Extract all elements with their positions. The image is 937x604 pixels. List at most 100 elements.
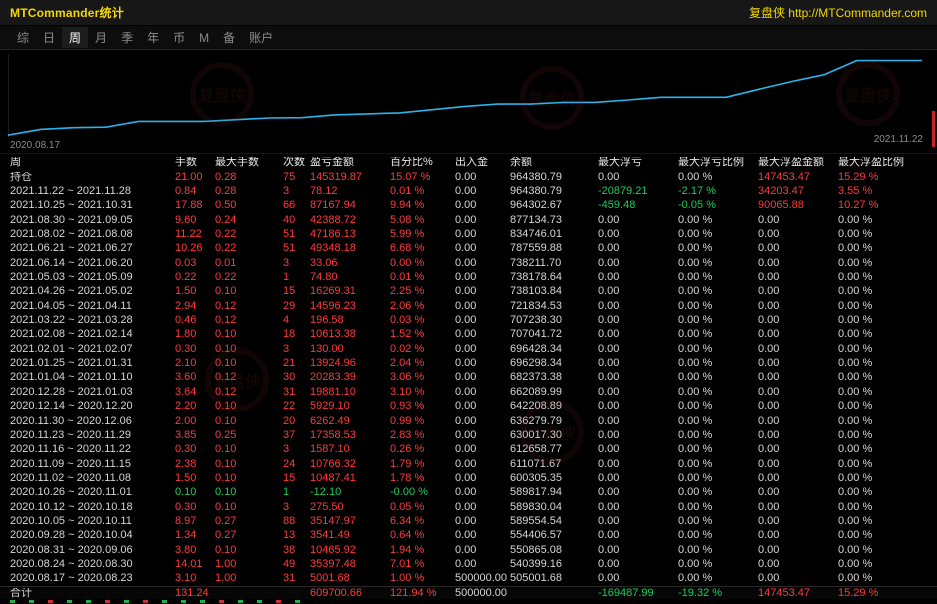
table-cell: 611071.67 [510, 459, 598, 470]
menu-item-季[interactable]: 季 [114, 27, 140, 48]
table-row[interactable]: 2021.04.26 ~ 2021.05.021.500.101516269.3… [0, 285, 937, 299]
table-cell: 0.00 [455, 272, 510, 283]
table-cell: 0.00 % [838, 315, 937, 326]
table-row[interactable]: 持仓21.000.2875145319.8715.07 %0.00964380.… [0, 170, 937, 184]
table-cell: 0.00 % [678, 229, 758, 240]
table-cell: 0.00 % [678, 530, 758, 541]
table-cell: 2020.10.05 ~ 2020.10.11 [10, 516, 175, 527]
table-row[interactable]: 2020.10.05 ~ 2020.10.118.970.278835147.9… [0, 514, 937, 528]
table-row[interactable]: 2020.09.28 ~ 2020.10.041.340.27133541.49… [0, 529, 937, 543]
table-cell: 1587.10 [310, 444, 390, 455]
table-cell: 0.00 % [838, 573, 937, 584]
table-row[interactable]: 2021.01.25 ~ 2021.01.312.100.102113924.9… [0, 356, 937, 370]
column-header[interactable]: 百分比% [390, 157, 455, 168]
column-header[interactable]: 手数 [175, 157, 215, 168]
table-row[interactable]: 2020.12.14 ~ 2020.12.202.200.10225929.10… [0, 400, 937, 414]
column-header[interactable]: 盈亏金额 [310, 157, 390, 168]
table-row[interactable]: 2020.11.02 ~ 2020.11.081.500.101510487.4… [0, 471, 937, 485]
table-row[interactable]: 2021.01.04 ~ 2021.01.103.600.123020283.3… [0, 371, 937, 385]
table-cell: 145319.87 [310, 172, 390, 183]
menu-item-币[interactable]: 币 [166, 27, 192, 48]
table-cell: 0.12 [215, 387, 283, 398]
column-header[interactable]: 最大浮盈金额 [758, 157, 838, 168]
table-row[interactable]: 2020.08.24 ~ 2020.08.3014.011.004935397.… [0, 557, 937, 571]
table-row[interactable]: 2021.05.03 ~ 2021.05.090.220.22174.800.0… [0, 270, 937, 284]
brand-link[interactable]: 复盘侠 http://MTCommander.com [749, 4, 927, 21]
menu-item-周[interactable]: 周 [62, 27, 88, 48]
table-cell: 15.29 % [838, 588, 937, 599]
table-cell: 29 [283, 301, 310, 312]
table-cell: 0.00 % [838, 329, 937, 340]
table-cell: 609700.66 [310, 588, 390, 599]
table-row[interactable]: 2021.02.01 ~ 2021.02.070.300.103130.000.… [0, 342, 937, 356]
table-row[interactable]: 2020.11.09 ~ 2020.11.152.380.102410766.3… [0, 457, 937, 471]
table-row[interactable]: 2021.11.22 ~ 2021.11.280.840.28378.120.0… [0, 184, 937, 198]
table-cell: 0.00 [598, 258, 678, 269]
table-cell: 0.00 [455, 430, 510, 441]
table-cell: 66 [283, 200, 310, 211]
table-row[interactable]: 2020.11.30 ~ 2020.12.062.000.10206262.49… [0, 414, 937, 428]
table-cell: 0.00 [758, 229, 838, 240]
table-cell: 600305.35 [510, 473, 598, 484]
table-row[interactable]: 2020.11.23 ~ 2020.11.293.850.253717358.5… [0, 428, 937, 442]
table-cell: 2.06 % [390, 301, 455, 312]
table-row[interactable]: 2021.02.08 ~ 2021.02.141.800.101810613.3… [0, 328, 937, 342]
table-row[interactable]: 2021.08.02 ~ 2021.08.0811.220.225147186.… [0, 227, 937, 241]
table-cell: 13 [283, 530, 310, 541]
table-cell: 1.94 % [390, 545, 455, 556]
menu-item-月[interactable]: 月 [88, 27, 114, 48]
table-cell: 0.00 % [678, 258, 758, 269]
table-row[interactable]: 2020.08.31 ~ 2020.09.063.800.103810465.9… [0, 543, 937, 557]
table-row[interactable]: 2021.08.30 ~ 2021.09.059.600.244042388.7… [0, 213, 937, 227]
menu-item-年[interactable]: 年 [140, 27, 166, 48]
table-cell: 7.01 % [390, 559, 455, 570]
table-cell: 0.00 [455, 559, 510, 570]
strip-tick [29, 600, 34, 603]
table-cell: 0.10 [215, 344, 283, 355]
menu-item-综[interactable]: 综 [10, 27, 36, 48]
table-row[interactable]: 2021.04.05 ~ 2021.04.112.940.122914596.2… [0, 299, 937, 313]
table-row[interactable]: 2020.10.26 ~ 2020.11.010.100.101-12.10-0… [0, 486, 937, 500]
table-row[interactable]: 2021.06.14 ~ 2021.06.200.030.01333.060.0… [0, 256, 937, 270]
table-cell: 1.80 [175, 329, 215, 340]
table-cell: 0.00 [598, 487, 678, 498]
table-cell: 0.00 [455, 172, 510, 183]
table-cell: 0.03 [175, 258, 215, 269]
table-cell: 121.94 % [390, 588, 455, 599]
table-row[interactable]: 2020.12.28 ~ 2021.01.033.640.123119881.1… [0, 385, 937, 399]
table-cell: 0.26 % [390, 444, 455, 455]
menu-item-账户[interactable]: 账户 [242, 27, 280, 48]
menu-item-日[interactable]: 日 [36, 27, 62, 48]
table-cell: 275.50 [310, 502, 390, 513]
column-header[interactable]: 最大浮亏比例 [678, 157, 758, 168]
menu-item-备[interactable]: 备 [216, 27, 242, 48]
table-cell: 0.00 [758, 573, 838, 584]
table-row[interactable]: 2020.08.17 ~ 2020.08.233.101.00315001.68… [0, 572, 937, 586]
table-cell: 3.64 [175, 387, 215, 398]
table-cell: 0.00 [758, 286, 838, 297]
table-row[interactable]: 2021.03.22 ~ 2021.03.280.460.124196.580.… [0, 313, 937, 327]
table-total-row[interactable]: 合计131.24609700.66121.94 %500000.00-16948… [0, 586, 937, 599]
table-cell: 2021.02.01 ~ 2021.02.07 [10, 344, 175, 355]
table-row[interactable]: 2021.10.25 ~ 2021.10.3117.880.506687167.… [0, 199, 937, 213]
column-header[interactable]: 周 [10, 157, 175, 168]
column-header[interactable]: 余额 [510, 157, 598, 168]
strip-tick [257, 600, 262, 603]
column-header[interactable]: 出入金 [455, 157, 510, 168]
table-cell: 787559.88 [510, 243, 598, 254]
column-header[interactable]: 最大浮亏 [598, 157, 678, 168]
table-cell: 14596.23 [310, 301, 390, 312]
table-row[interactable]: 2020.10.12 ~ 2020.10.180.300.103275.500.… [0, 500, 937, 514]
table-cell: 10.27 % [838, 200, 937, 211]
table-cell: 75 [283, 172, 310, 183]
table-cell: 0.00 [598, 172, 678, 183]
column-header[interactable]: 最大手数 [215, 157, 283, 168]
column-header[interactable]: 次数 [283, 157, 310, 168]
column-header[interactable]: 最大浮盈比例 [838, 157, 937, 168]
menu-item-M[interactable]: M [192, 29, 216, 47]
table-cell: 0.03 % [390, 315, 455, 326]
table-cell: 22 [283, 401, 310, 412]
table-row[interactable]: 2021.06.21 ~ 2021.06.2710.260.225149348.… [0, 242, 937, 256]
table-row[interactable]: 2020.11.16 ~ 2020.11.220.300.1031587.100… [0, 443, 937, 457]
table-cell: 1.00 [215, 559, 283, 570]
